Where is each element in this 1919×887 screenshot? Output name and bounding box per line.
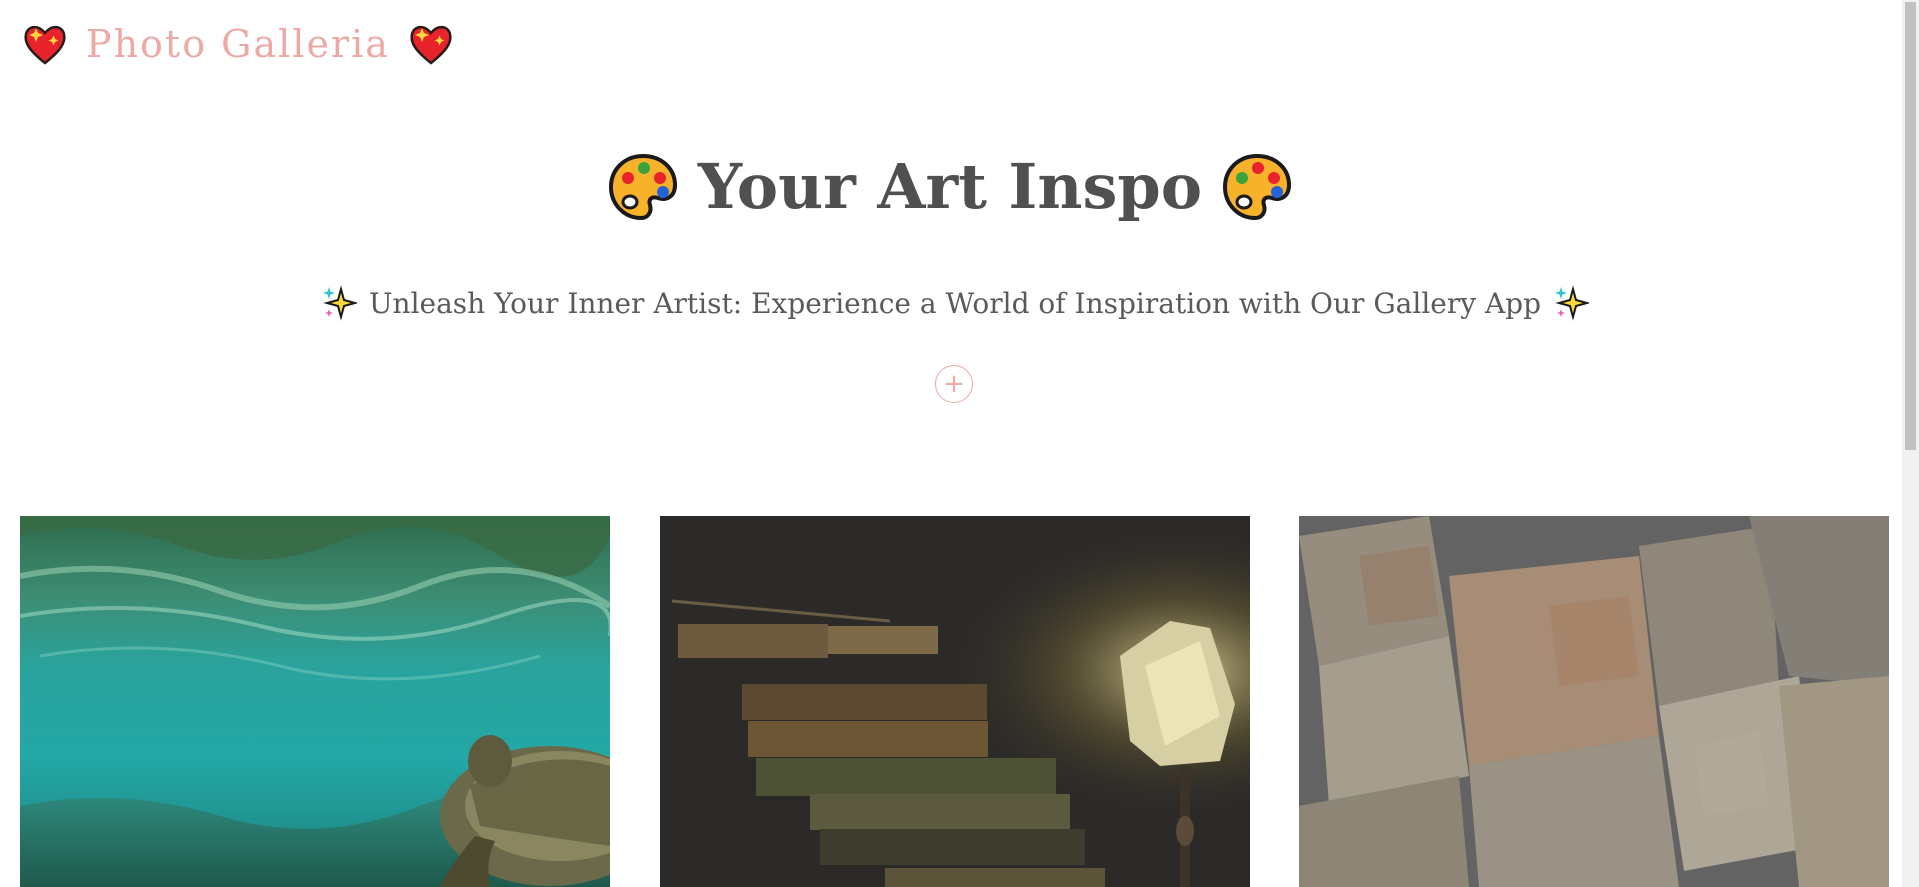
brand-title: Photo Galleria	[86, 22, 390, 66]
sparkles-icon	[1555, 285, 1590, 321]
page-title: Your Art Inspo	[0, 150, 1900, 223]
gallery-photo-maps[interactable]	[1299, 516, 1889, 887]
page-scrollbar[interactable]	[1902, 0, 1919, 887]
gallery-photo-turtle[interactable]	[20, 516, 610, 887]
add-photo-button[interactable]: +	[935, 365, 973, 403]
scrollbar-thumb[interactable]	[1905, 2, 1916, 450]
sparkling-heart-icon	[24, 25, 66, 65]
artist-palette-icon	[608, 153, 677, 220]
brand-logo[interactable]: Photo Galleria	[22, 22, 454, 66]
sparkles-icon	[322, 285, 357, 321]
gallery-photo-books[interactable]	[660, 516, 1250, 887]
hero-subtitle: Unleash Your Inner Artist: Experience a …	[0, 285, 1910, 321]
photo-books	[660, 516, 1250, 887]
hero-title-text: Your Art Inspo	[697, 150, 1203, 223]
hero-subtitle-text: Unleash Your Inner Artist: Experience a …	[368, 286, 1542, 320]
plus-icon: +	[943, 369, 965, 399]
photo-maps	[1299, 516, 1889, 887]
photo-turtle	[20, 516, 610, 887]
sparkling-heart-icon	[410, 25, 452, 65]
artist-palette-icon	[1223, 153, 1292, 220]
